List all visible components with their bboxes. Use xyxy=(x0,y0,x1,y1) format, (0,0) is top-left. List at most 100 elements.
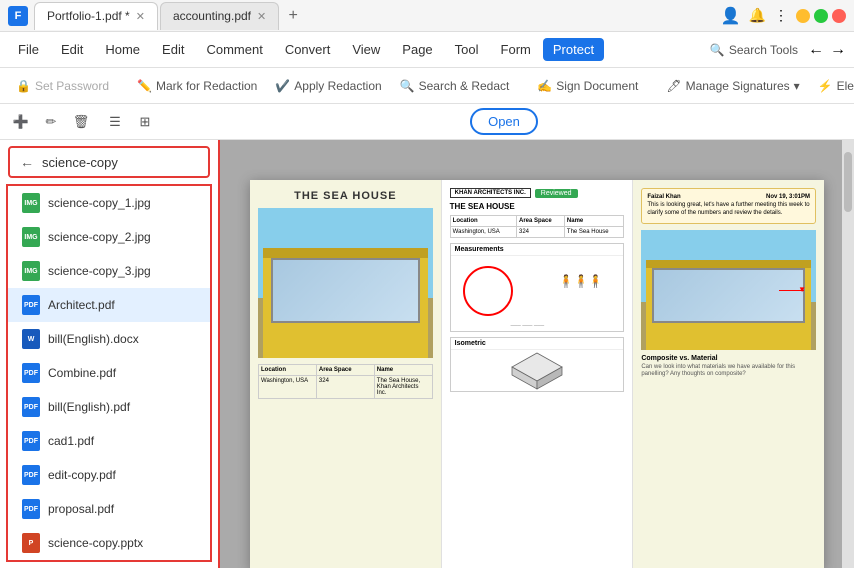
mark-redaction-button[interactable]: ✏️ Mark for Redaction xyxy=(129,75,265,97)
titlebar: F Portfolio-1.pdf * ✕ accounting.pdf ✕ +… xyxy=(0,0,854,32)
sidebar-item-label: edit-copy.pdf xyxy=(48,468,196,482)
sidebar-item-bill-pdf[interactable]: PDF bill(English).pdf xyxy=(8,390,210,424)
house-body-right xyxy=(646,260,811,350)
house-body xyxy=(263,248,428,358)
sidebar-item-label: bill(English).docx xyxy=(48,332,196,346)
red-circle-annotation xyxy=(463,266,513,316)
tab-portfolio[interactable]: Portfolio-1.pdf * ✕ xyxy=(34,2,158,30)
vertical-scrollbar[interactable] xyxy=(842,140,854,568)
sidebar-item-pptx[interactable]: P science-copy.pptx xyxy=(8,526,210,560)
tab-accounting[interactable]: accounting.pdf ✕ xyxy=(160,2,279,30)
electronic-button[interactable]: ⚡ Electro... xyxy=(810,75,854,97)
sidebar-item-label: science-copy_1.jpg xyxy=(48,196,196,210)
document-viewer: THE SEA HOUSE xyxy=(220,140,854,568)
sidebar-item-bill-docx[interactable]: W bill(English).docx xyxy=(8,322,210,356)
sidebar-item-img2[interactable]: IMG science-copy_2.jpg xyxy=(8,220,210,254)
building-illustration xyxy=(258,208,433,358)
reviewed-badge: Reviewed xyxy=(535,189,578,198)
menu-edit2[interactable]: Edit xyxy=(152,38,194,61)
isometric-svg xyxy=(502,351,572,391)
comment-author: Faizal Khan xyxy=(647,194,680,200)
sidebar-item-proposal[interactable]: PDF proposal.pdf xyxy=(8,492,210,526)
quickbar: ➕ ✏ 🗑 ☰ ⊞ Open xyxy=(0,104,854,140)
mid-header-row: KHAN ARCHITECTS INC. Reviewed xyxy=(450,188,625,198)
delete-button[interactable]: 🗑 xyxy=(68,109,94,135)
app-icon: F xyxy=(8,6,28,26)
grid-view-button[interactable]: ⊞ xyxy=(132,109,158,135)
menu-view[interactable]: View xyxy=(342,38,390,61)
nav-forward-icon[interactable]: → xyxy=(830,41,846,59)
sign-document-button[interactable]: ✍️ Sign Document xyxy=(529,75,646,97)
menu-page[interactable]: Page xyxy=(392,38,442,61)
menu-convert[interactable]: Convert xyxy=(275,38,341,61)
search-icon: 🔍 xyxy=(710,43,725,57)
viewer-content: THE SEA HOUSE xyxy=(220,140,854,568)
sidebar-item-editcopy[interactable]: PDF edit-copy.pdf xyxy=(8,458,210,492)
nav-back-icon[interactable]: ← xyxy=(808,41,824,59)
pdf-page: THE SEA HOUSE xyxy=(250,180,824,568)
minimize-button[interactable] xyxy=(796,9,810,23)
add-button[interactable]: ➕ xyxy=(8,109,34,135)
area-value: 324 xyxy=(317,376,375,398)
new-tab-button[interactable]: + xyxy=(281,4,305,28)
measurements-label: Measurements xyxy=(451,244,624,256)
apply-redaction-button[interactable]: ✔️ Apply Redaction xyxy=(267,75,389,97)
sidebar-item-img1[interactable]: IMG science-copy_1.jpg xyxy=(8,186,210,220)
sidebar-item-label: cad1.pdf xyxy=(48,434,196,448)
sidebar-item-cad[interactable]: PDF cad1.pdf xyxy=(8,424,210,458)
location-value: Washington, USA xyxy=(259,376,317,398)
scrollbar-thumb[interactable] xyxy=(844,152,852,212)
manage-signatures-button[interactable]: 🖊 Manage Signatures ▾ xyxy=(658,75,807,97)
mark-icon: ✏️ xyxy=(137,79,152,93)
sidebar-item-img3[interactable]: IMG science-copy_3.jpg xyxy=(8,254,210,288)
house-roof xyxy=(263,248,428,258)
sidebar-item-combine[interactable]: PDF Combine.pdf xyxy=(8,356,210,390)
search-redact-button[interactable]: 🔍 Search & Redact xyxy=(392,75,518,97)
file-icon-docx: W xyxy=(22,329,40,349)
open-button[interactable]: Open xyxy=(470,108,538,135)
window-controls xyxy=(796,9,846,23)
sidebar-item-architect[interactable]: PDF Architect.pdf xyxy=(8,288,210,322)
tab-accounting-close[interactable]: ✕ xyxy=(257,10,266,23)
sig-chevron-icon: ▾ xyxy=(794,79,800,93)
file-icon-pdf: PDF xyxy=(22,465,40,485)
menu-edit[interactable]: Edit xyxy=(51,38,93,61)
file-icon-pdf: PDF xyxy=(22,499,40,519)
mid-title: THE SEA HOUSE xyxy=(450,202,625,211)
file-icon-pptx: P xyxy=(22,533,40,553)
sidebar-item-label: Combine.pdf xyxy=(48,366,196,380)
sidebar-folder-header[interactable]: ← science-copy xyxy=(8,146,210,178)
house-window-right xyxy=(652,268,805,323)
mid-info-table: Location Area Space Name Washington, USA… xyxy=(450,215,625,238)
menu-home[interactable]: Home xyxy=(95,38,150,61)
isometric-diagram xyxy=(451,350,624,391)
window-more-icon[interactable]: ⋮ xyxy=(774,7,788,24)
menu-file[interactable]: File xyxy=(8,38,49,61)
menu-protect[interactable]: Protect xyxy=(543,38,604,61)
set-password-button[interactable]: 🔒 Set Password xyxy=(8,75,117,97)
menu-comment[interactable]: Comment xyxy=(196,38,272,61)
house-window xyxy=(271,258,420,323)
arrow-head-icon: ▼ xyxy=(798,285,806,294)
list-view-button[interactable]: ☰ xyxy=(102,109,128,135)
search-redact-icon: 🔍 xyxy=(400,79,415,93)
sidebar-item-label: bill(English).pdf xyxy=(48,400,196,414)
person-icons: 🧍🧍🧍 xyxy=(559,274,604,288)
composite-label: Composite vs. Material xyxy=(641,355,816,362)
menu-form[interactable]: Form xyxy=(491,38,541,61)
maximize-button[interactable] xyxy=(814,9,828,23)
isometric-label: Isometric xyxy=(451,338,624,350)
search-tools[interactable]: 🔍 Search Tools xyxy=(710,43,798,57)
building-photo-right: ▼ xyxy=(641,230,816,350)
tab-portfolio-close[interactable]: ✕ xyxy=(136,10,145,23)
edit-button[interactable]: ✏ xyxy=(38,109,64,135)
comment-box: Faizal Khan Nov 19, 3:01PM This is looki… xyxy=(641,188,816,224)
sign-icon: ✍️ xyxy=(537,79,552,93)
name-value: The Sea House, Khan Architects Inc. xyxy=(375,376,432,398)
window-bell-icon: 🔔 xyxy=(749,7,766,24)
protect-toolbar: 🔒 Set Password ✏️ Mark for Redaction ✔️ … xyxy=(0,68,854,104)
close-button[interactable] xyxy=(832,9,846,23)
measurements-diagram: 🧍🧍🧍 ___ ___ ___ xyxy=(451,256,624,331)
menu-tool[interactable]: Tool xyxy=(445,38,489,61)
sidebar-file-list-border: IMG science-copy_1.jpg IMG science-copy_… xyxy=(6,184,212,562)
